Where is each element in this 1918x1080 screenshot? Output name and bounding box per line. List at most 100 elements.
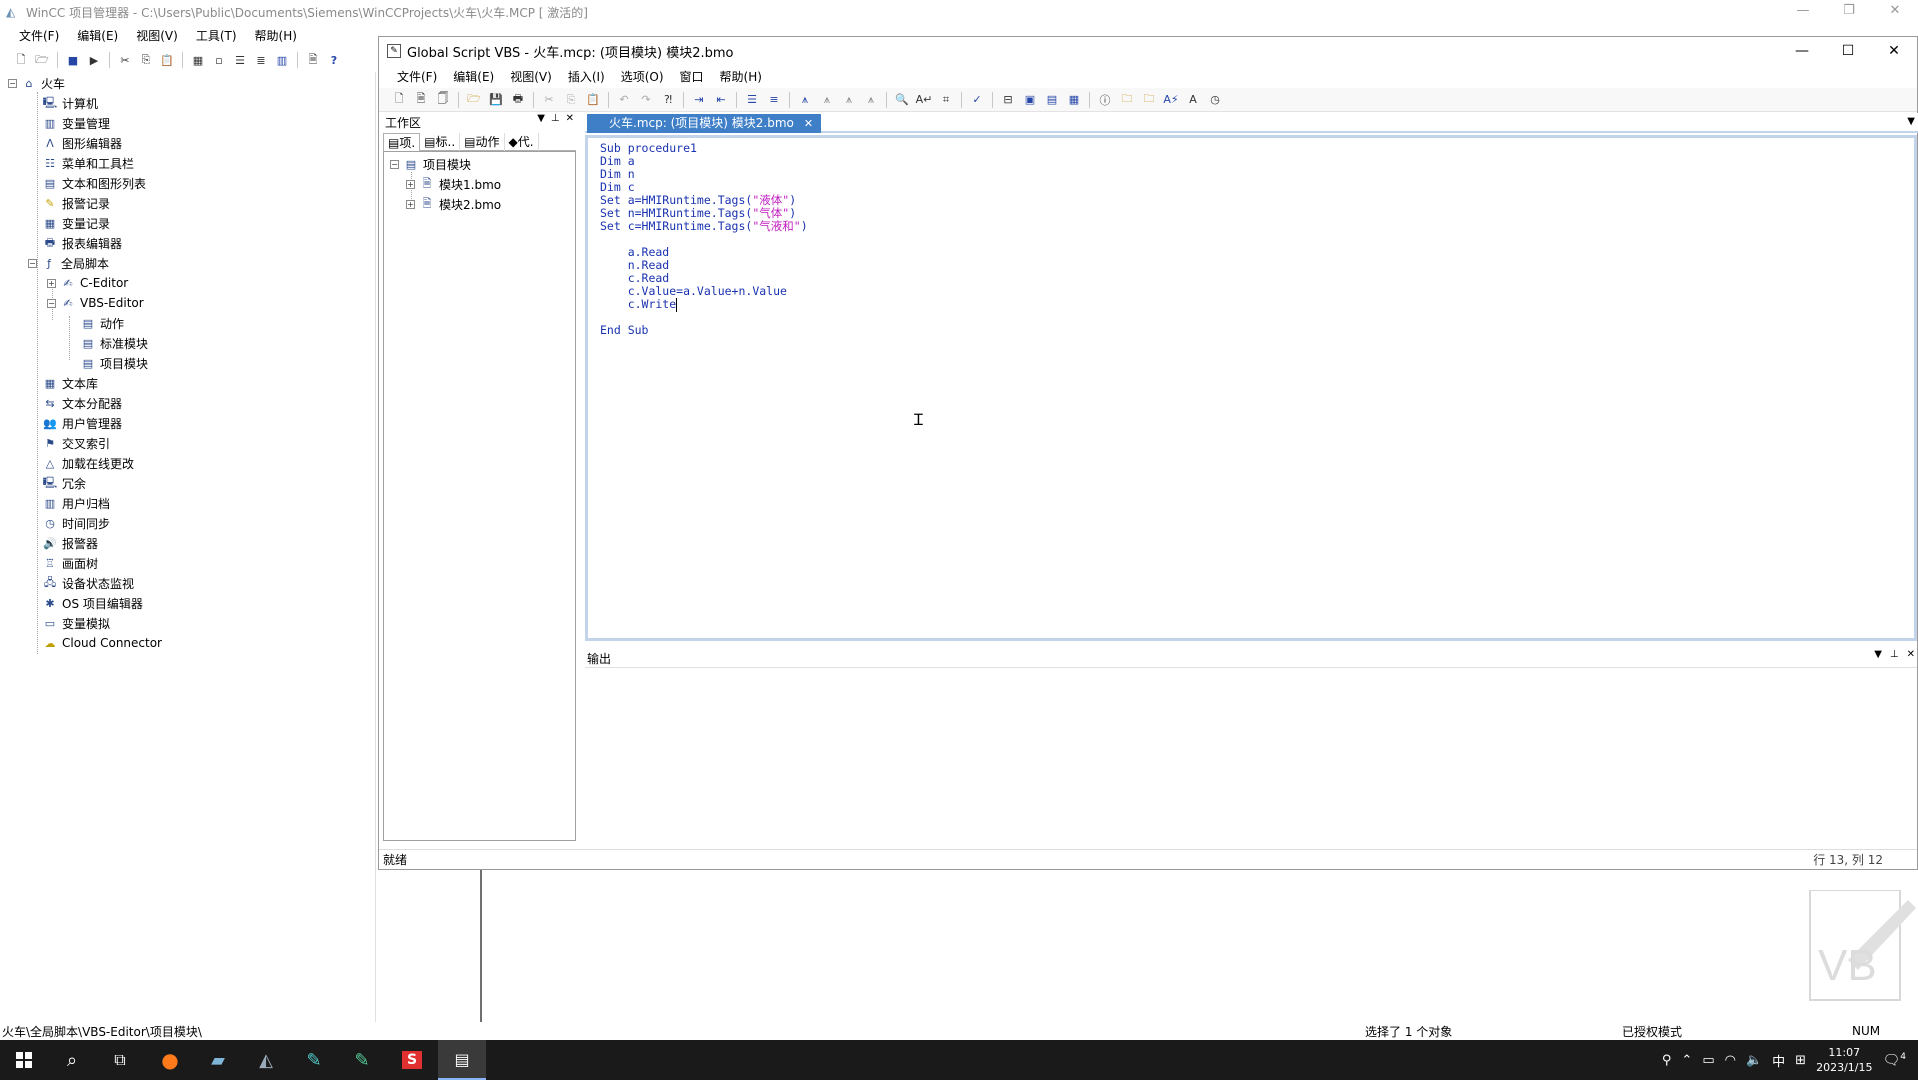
- details-icon[interactable]: ≣: [252, 51, 270, 69]
- tree-item-picture-tree[interactable]: ♖ 画面树: [42, 553, 98, 573]
- add-folder-icon[interactable]: 🗀: [1139, 90, 1159, 110]
- ws-tree-module1[interactable]: + 🗎 模块1.bmo: [406, 174, 501, 194]
- pin-icon[interactable]: ⊥: [1890, 649, 1899, 660]
- cut-icon[interactable]: ✂: [539, 90, 559, 110]
- taskbar-firefox[interactable]: ●: [146, 1040, 194, 1080]
- new-module-icon[interactable]: 🗎: [411, 90, 431, 110]
- code-line[interactable]: a.Read: [600, 244, 808, 259]
- tree-item-load-online-changes[interactable]: △ 加载在线更改: [42, 453, 134, 473]
- tree-item-os-project-editor[interactable]: ✱ OS 项目编辑器: [42, 593, 143, 613]
- indent-icon[interactable]: ⇥: [689, 90, 709, 110]
- uncomment-icon[interactable]: ≡: [764, 90, 784, 110]
- code-line[interactable]: Set c=HMIRuntime.Tags("气液和"): [600, 218, 808, 233]
- tab-actions[interactable]: ▤动作: [460, 132, 505, 151]
- tray-expand-icon[interactable]: ⌃: [1681, 1053, 1692, 1068]
- code-line[interactable]: Dim a: [600, 153, 808, 168]
- tree-item-cloud-connector[interactable]: ☁ Cloud Connector: [42, 633, 162, 653]
- people-icon[interactable]: ⚲: [1662, 1053, 1672, 1068]
- find-in-files-icon[interactable]: ⌗: [936, 90, 956, 110]
- wincc-menu-file[interactable]: 文件(F): [10, 27, 68, 44]
- tree-item-project-modules[interactable]: ▤ 项目模块: [80, 353, 148, 373]
- wincc-menu-edit[interactable]: 编辑(E): [68, 27, 127, 44]
- start-button[interactable]: [0, 1040, 48, 1080]
- context-help-icon[interactable]: ⁈: [658, 90, 678, 110]
- tags-icon[interactable]: ▤: [1042, 90, 1062, 110]
- code-line[interactable]: Set n=HMIRuntime.Tags("气体"): [600, 205, 808, 220]
- tree-item-tag-management[interactable]: ▥ 变量管理: [42, 113, 110, 133]
- gs-menu-file[interactable]: 文件(F): [389, 68, 445, 85]
- search-button[interactable]: ⌕: [48, 1040, 96, 1080]
- tree-item-vbs-editor[interactable]: − ✍ VBS-Editor: [47, 293, 144, 313]
- tree-item-graphics-designer[interactable]: Λ 图形编辑器: [42, 133, 122, 153]
- font-icon[interactable]: A: [1183, 90, 1203, 110]
- collapse-icon[interactable]: −: [390, 159, 399, 169]
- copy-icon[interactable]: ⎘: [137, 51, 155, 69]
- syntax-check-icon[interactable]: ✓: [967, 90, 987, 110]
- expand-icon[interactable]: +: [47, 278, 56, 288]
- code-line[interactable]: Sub procedure1: [600, 140, 808, 155]
- taskbar-app-2[interactable]: ▰: [194, 1040, 242, 1080]
- keyboard-layout-icon[interactable]: ⊞: [1795, 1053, 1806, 1068]
- tree-item-horn[interactable]: 🔊 报警器: [42, 533, 98, 553]
- tree-item-tag-simulation[interactable]: ▭ 变量模拟: [42, 613, 110, 633]
- taskbar-clock[interactable]: 11:07 2023/1/15: [1816, 1045, 1872, 1075]
- taskbar-wincc[interactable]: ◭: [242, 1040, 290, 1080]
- maximize-icon[interactable]: ☐: [1825, 37, 1871, 65]
- tree-item-global-script[interactable]: − ƒ 全局脚本: [28, 253, 109, 273]
- editor-tab-module2[interactable]: 火车.mcp: (项目模块) 模块2.bmo ✕: [587, 114, 822, 133]
- tree-item-c-editor[interactable]: + ✍ C-Editor: [47, 273, 128, 293]
- new-file-icon[interactable]: 🗋: [12, 51, 30, 69]
- tree-item-menus-toolbars[interactable]: ☷ 菜单和工具栏: [42, 153, 134, 173]
- tree-item-alarm-logging[interactable]: ✎ 报警记录: [42, 193, 110, 213]
- expand-icon[interactable]: +: [406, 179, 415, 189]
- code-line[interactable]: Dim n: [600, 166, 808, 181]
- print-icon[interactable]: 🖶: [508, 90, 528, 110]
- task-view-button[interactable]: ⧉: [96, 1040, 144, 1080]
- tree-item-device-status[interactable]: 🖧 设备状态监视: [42, 573, 134, 593]
- tab-list-dropdown-icon[interactable]: ▼: [1907, 116, 1915, 127]
- volume-icon[interactable]: 🔈: [1746, 1053, 1762, 1068]
- wincc-menu-help[interactable]: 帮助(H): [246, 27, 306, 44]
- tree-item-text-distributor[interactable]: ⇆ 文本分配器: [42, 393, 122, 413]
- list-icon[interactable]: ☰: [231, 51, 249, 69]
- grid-view-icon[interactable]: ▥: [273, 51, 291, 69]
- outdent-icon[interactable]: ⇤: [711, 90, 731, 110]
- paste-icon[interactable]: 📋: [583, 90, 603, 110]
- output-toggle-icon[interactable]: ▣: [1020, 90, 1040, 110]
- gs-menu-window[interactable]: 窗口: [672, 68, 712, 85]
- tree-item-actions[interactable]: ▤ 动作: [80, 313, 124, 333]
- taskbar-app-5[interactable]: ✎: [338, 1040, 386, 1080]
- tree-item-user-administrator[interactable]: 👥 用户管理器: [42, 413, 122, 433]
- expand-icon[interactable]: +: [406, 199, 415, 209]
- bookmark-toggle-icon[interactable]: ⩚: [795, 90, 815, 110]
- comment-icon[interactable]: ☰: [742, 90, 762, 110]
- ws-tree-module2[interactable]: + 🗎 模块2.bmo: [406, 194, 501, 214]
- gs-menu-edit[interactable]: 编辑(E): [445, 68, 502, 85]
- collapse-icon[interactable]: −: [28, 258, 37, 268]
- close-icon[interactable]: ✕: [1871, 37, 1917, 65]
- code-line[interactable]: Set a=HMIRuntime.Tags("液体"): [600, 192, 808, 207]
- ime-indicator[interactable]: 中: [1772, 1051, 1785, 1070]
- close-icon[interactable]: ✕: [566, 113, 574, 124]
- help-icon[interactable]: ?: [325, 51, 343, 69]
- close-icon[interactable]: ✕: [1872, 0, 1918, 24]
- restore-icon[interactable]: ❐: [1826, 0, 1872, 24]
- code-line[interactable]: c.Read: [600, 270, 808, 285]
- wincc-menu-tools[interactable]: 工具(T): [187, 27, 246, 44]
- tree-item-text-graphic-lists[interactable]: ▤ 文本和图形列表: [42, 173, 146, 193]
- replace-icon[interactable]: A↵: [914, 90, 934, 110]
- pin-icon[interactable]: ⊥: [551, 113, 560, 124]
- minimize-icon[interactable]: —: [1780, 0, 1826, 24]
- battery-icon[interactable]: ▭: [1702, 1053, 1714, 1068]
- notification-icon[interactable]: 🗨4: [1882, 1052, 1906, 1069]
- play-icon[interactable]: ▶: [85, 51, 103, 69]
- tree-item-report-designer[interactable]: 🖶 报表编辑器: [42, 233, 122, 253]
- folder-icon[interactable]: 🗀: [1117, 90, 1137, 110]
- code-line[interactable]: Dim c: [600, 179, 808, 194]
- code-editor[interactable]: Sub procedure1 Dim a Dim n Dim c Set a=HMIRu…: [585, 135, 1917, 641]
- gs-menu-help[interactable]: 帮助(H): [712, 68, 770, 85]
- objects-icon[interactable]: ▦: [1064, 90, 1084, 110]
- output-pane[interactable]: [585, 667, 1917, 827]
- properties-icon[interactable]: 🗎: [304, 51, 322, 69]
- ws-tree-root[interactable]: − ▤ 项目模块: [390, 154, 471, 174]
